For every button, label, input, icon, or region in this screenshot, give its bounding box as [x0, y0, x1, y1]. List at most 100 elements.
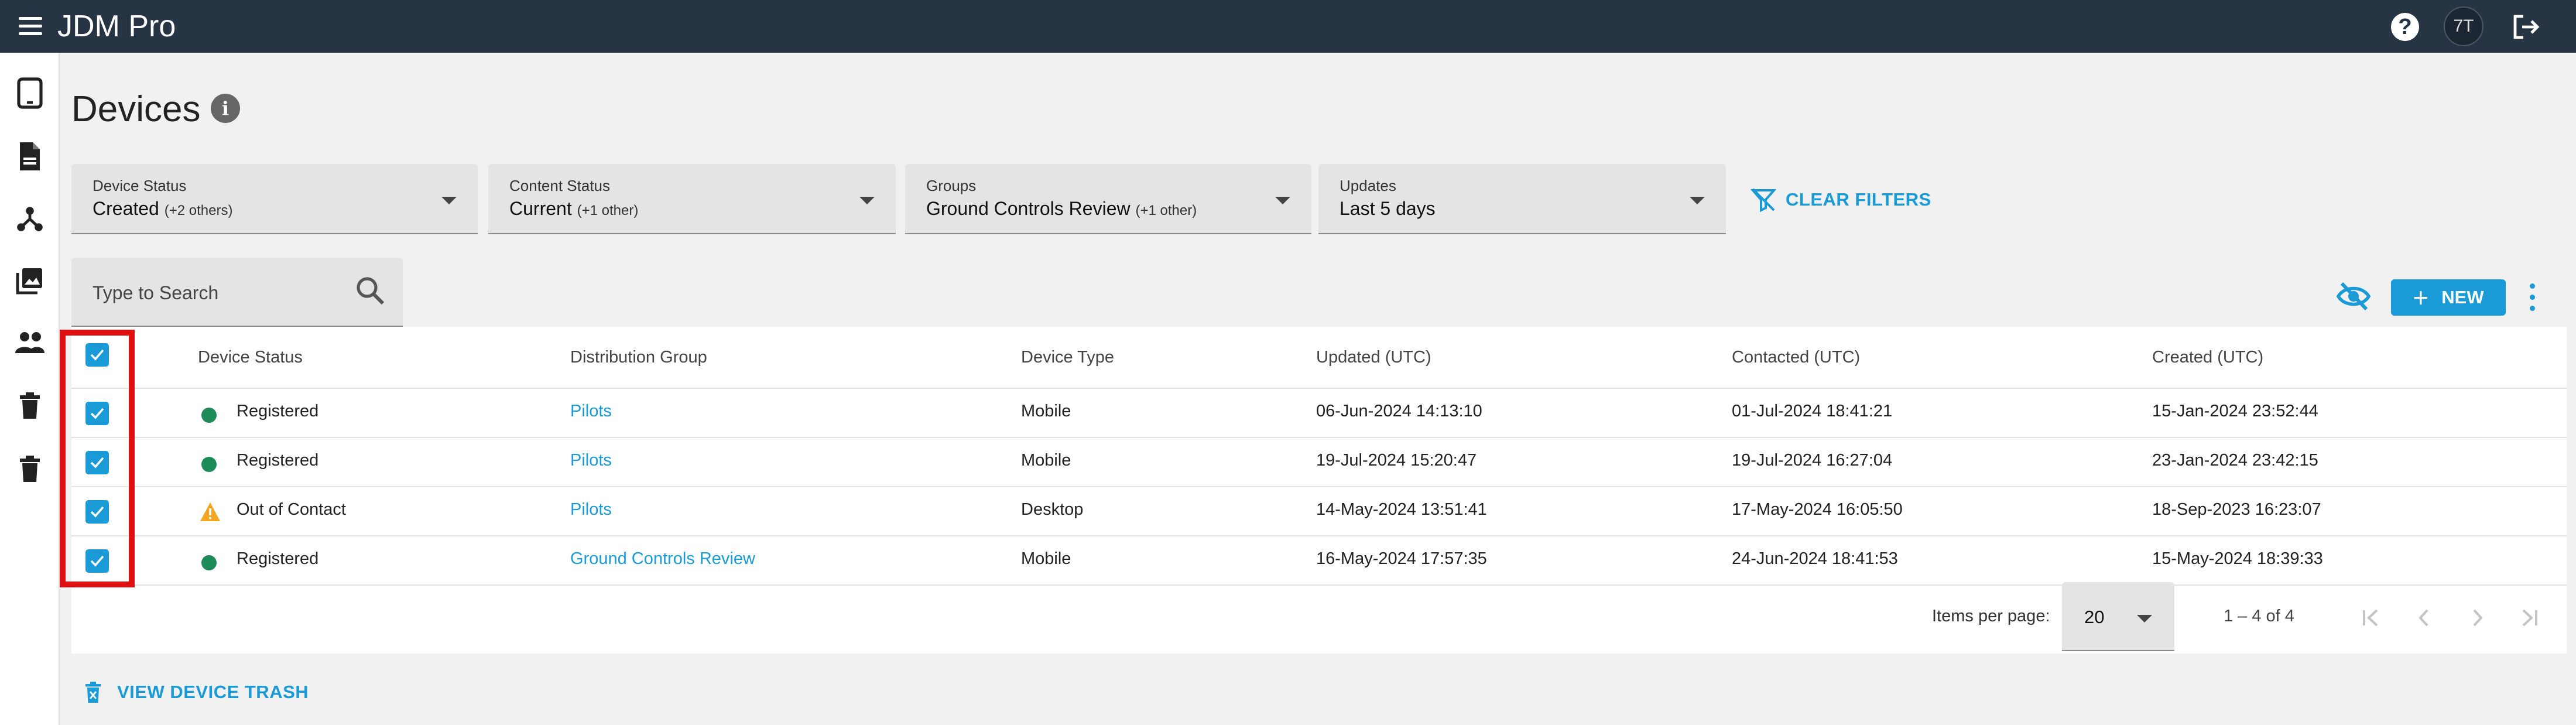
chevron-down-icon — [2137, 615, 2152, 623]
filter-label: Updates — [1340, 177, 1396, 194]
table-row[interactable]: Registered Pilots Mobile 19-Jul-2024 15:… — [71, 438, 2567, 487]
table-header: Device Status Distribution Group Device … — [71, 327, 2567, 389]
page-range: 1 – 4 of 4 — [2224, 607, 2294, 625]
updated-date: 06-Jun-2024 14:13:10 — [1316, 402, 1482, 420]
app-title: JDM Pro — [57, 9, 176, 43]
help-icon[interactable]: ? — [2391, 13, 2419, 41]
filter-label: Content Status — [509, 177, 610, 194]
device-type: Mobile — [1021, 451, 1071, 470]
device-type: Mobile — [1021, 402, 1071, 420]
devices-table: Device Status Distribution Group Device … — [71, 327, 2567, 654]
device-status: Registered — [237, 402, 319, 420]
groups-filter[interactable]: Groups Ground Controls Review (+1 other) — [905, 164, 1311, 234]
device-status: Registered — [237, 549, 319, 568]
row-checkbox[interactable] — [85, 451, 109, 474]
filter-value: Current (+1 other) — [509, 198, 639, 219]
chevron-down-icon — [859, 197, 875, 204]
contacted-date: 24-Jun-2024 18:41:53 — [1732, 549, 1898, 568]
column-header[interactable]: Device Status — [198, 348, 303, 367]
created-date: 15-May-2024 18:39:33 — [2152, 549, 2323, 568]
distribution-group-link[interactable]: Pilots — [570, 402, 612, 421]
created-date: 23-Jan-2024 23:42:15 — [2152, 451, 2318, 470]
green-dot-icon — [201, 408, 217, 423]
next-page-icon[interactable] — [2462, 603, 2492, 632]
first-page-icon[interactable] — [2357, 603, 2386, 632]
filter-label: Groups — [926, 177, 977, 194]
device-type: Desktop — [1021, 500, 1084, 519]
menu-icon[interactable] — [16, 16, 44, 37]
hierarchy-icon[interactable] — [14, 203, 46, 234]
clear-filters-label: CLEAR FILTERS — [1786, 189, 1931, 210]
select-all-checkbox[interactable] — [85, 343, 109, 367]
device-status: Registered — [237, 451, 319, 470]
items-per-page-value: 20 — [2084, 607, 2105, 627]
people-icon[interactable] — [14, 327, 46, 358]
row-checkbox[interactable] — [85, 500, 109, 524]
green-dot-icon — [201, 457, 217, 472]
row-checkbox[interactable] — [85, 549, 109, 573]
more-vert-icon[interactable] — [2523, 281, 2541, 314]
new-button-label: NEW — [2441, 287, 2484, 307]
trash-icon[interactable] — [14, 390, 46, 422]
trash-icon — [85, 682, 101, 703]
distribution-group-link[interactable]: Pilots — [570, 500, 612, 519]
info-icon[interactable]: i — [211, 94, 240, 123]
visibility-off-icon[interactable] — [2336, 279, 2371, 314]
top-bar: JDM Pro ? 7T — [0, 0, 2576, 53]
warning-icon — [200, 502, 220, 521]
clear-filters-button[interactable]: CLEAR FILTERS — [1751, 185, 1931, 214]
document-icon[interactable] — [14, 141, 46, 172]
page-title: Devices — [71, 89, 201, 129]
new-button[interactable]: + NEW — [2391, 279, 2506, 316]
filter-value: Ground Controls Review (+1 other) — [926, 198, 1197, 219]
search-input[interactable] — [93, 279, 338, 307]
image-library-icon[interactable] — [14, 265, 46, 296]
device-type: Mobile — [1021, 549, 1071, 568]
logout-icon[interactable] — [2512, 13, 2542, 41]
chevron-down-icon — [1275, 197, 1290, 204]
green-dot-icon — [201, 555, 217, 570]
filter-value: Last 5 days — [1340, 198, 1436, 219]
content-status-filter[interactable]: Content Status Current (+1 other) — [488, 164, 896, 234]
sidebar — [0, 53, 60, 725]
filter-value: Created (+2 others) — [93, 198, 233, 219]
tablet-icon[interactable] — [14, 77, 46, 109]
column-header[interactable]: Contacted (UTC) — [1732, 348, 1860, 367]
created-date: 18-Sep-2023 16:23:07 — [2152, 500, 2321, 519]
search-box — [71, 258, 403, 327]
distribution-group-link[interactable]: Ground Controls Review — [570, 549, 755, 569]
device-status-filter[interactable]: Device Status Created (+2 others) — [71, 164, 478, 234]
chevron-down-icon — [441, 197, 457, 204]
contacted-date: 01-Jul-2024 18:41:21 — [1732, 402, 1893, 420]
contacted-date: 17-May-2024 16:05:50 — [1732, 500, 1903, 519]
created-date: 15-Jan-2024 23:52:44 — [2152, 402, 2318, 420]
items-per-page-select[interactable]: 20 — [2062, 582, 2174, 651]
chevron-down-icon — [1690, 197, 1705, 204]
search-icon[interactable] — [355, 275, 385, 306]
distribution-group-link[interactable]: Pilots — [570, 451, 612, 470]
column-header[interactable]: Updated (UTC) — [1316, 348, 1431, 367]
device-status: Out of Contact — [237, 500, 346, 519]
filter-label: Device Status — [93, 177, 187, 194]
column-header[interactable]: Created (UTC) — [2152, 348, 2263, 367]
plus-icon: + — [2413, 282, 2429, 313]
row-checkbox[interactable] — [85, 402, 109, 425]
view-device-trash-link[interactable]: VIEW DEVICE TRASH — [84, 679, 309, 705]
updates-filter[interactable]: Updates Last 5 days — [1318, 164, 1726, 234]
table-row[interactable]: Registered Ground Controls Review Mobile… — [71, 536, 2567, 586]
view-device-trash-label: VIEW DEVICE TRASH — [117, 682, 309, 702]
paginator: Items per page: 20 1 – 4 of 4 — [71, 582, 2567, 654]
user-avatar[interactable]: 7T — [2444, 6, 2483, 46]
last-page-icon[interactable] — [2514, 603, 2543, 632]
table-row[interactable]: Out of Contact Pilots Desktop 14-May-202… — [71, 487, 2567, 536]
items-per-page-label: Items per page: — [1932, 607, 2050, 625]
updated-date: 19-Jul-2024 15:20:47 — [1316, 451, 1477, 470]
updated-date: 16-May-2024 17:57:35 — [1316, 549, 1487, 568]
trash-icon[interactable] — [14, 453, 46, 485]
column-header[interactable]: Distribution Group — [570, 348, 707, 367]
previous-page-icon[interactable] — [2410, 603, 2439, 632]
filter-off-icon — [1751, 188, 1776, 213]
table-row[interactable]: Registered Pilots Mobile 06-Jun-2024 14:… — [71, 389, 2567, 438]
updated-date: 14-May-2024 13:51:41 — [1316, 500, 1487, 519]
column-header[interactable]: Device Type — [1021, 348, 1114, 367]
